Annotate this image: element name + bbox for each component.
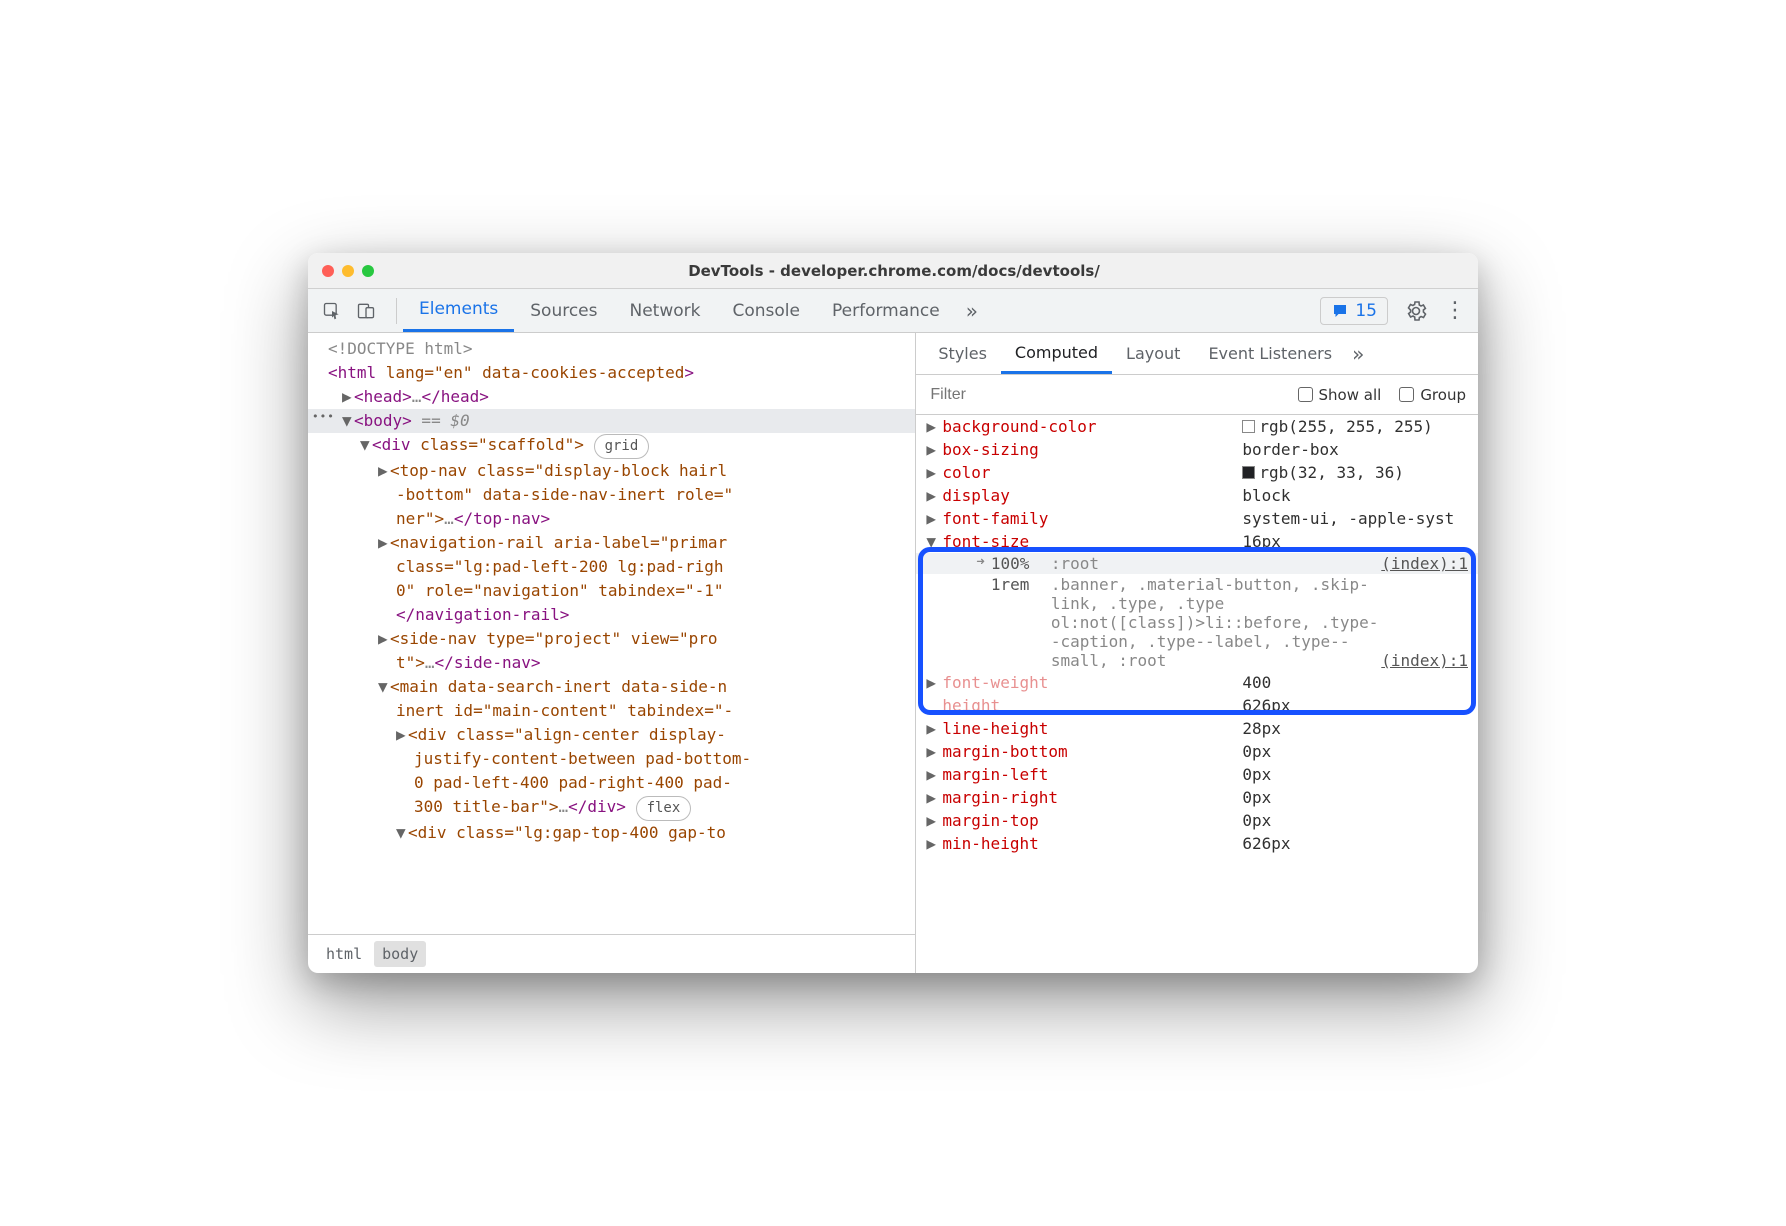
prop-box-sizing[interactable]: ▶box-sizingborder-box — [916, 438, 1478, 461]
doctype-node[interactable]: <!DOCTYPE html> — [308, 337, 915, 361]
main-tabs: Elements Sources Network Console Perform… — [403, 289, 988, 332]
div-cont2[interactable]: justify-content-between pad-bottom- — [308, 747, 915, 771]
filter-row: Show all Group — [916, 375, 1478, 415]
more-subtabs-icon[interactable]: » — [1346, 333, 1370, 374]
issues-button[interactable]: 15 — [1320, 297, 1388, 325]
font-size-source-1[interactable]: ➜100%:root(index):1 — [916, 553, 1478, 574]
tab-console[interactable]: Console — [716, 289, 816, 332]
subtab-event-listeners[interactable]: Event Listeners — [1194, 333, 1346, 374]
prop-margin-bottom[interactable]: ▶margin-bottom0px — [916, 740, 1478, 763]
prop-margin-right[interactable]: ▶margin-right0px — [916, 786, 1478, 809]
main-toolbar: Elements Sources Network Console Perform… — [308, 289, 1478, 333]
prop-line-height[interactable]: ▶line-height28px — [916, 717, 1478, 740]
navrail-cont2[interactable]: 0" role="navigation" tabindex="-1" — [308, 579, 915, 603]
content-area: <!DOCTYPE html> <html lang="en" data-coo… — [308, 333, 1478, 973]
div-node2[interactable]: ▼<div class="lg:gap-top-400 gap-to — [308, 821, 915, 845]
divider — [396, 298, 397, 324]
prop-background-color[interactable]: ▶background-colorrgb(255, 255, 255) — [916, 415, 1478, 438]
topnav-node[interactable]: ▶<top-nav class="display-block hairl — [308, 459, 915, 483]
devtools-window: DevTools - developer.chrome.com/docs/dev… — [308, 253, 1478, 973]
navrail-close[interactable]: </navigation-rail> — [308, 603, 915, 627]
prop-font-size[interactable]: ▼font-size16px — [916, 530, 1478, 553]
body-node[interactable]: ▼<body> == $0 — [308, 409, 915, 433]
font-size-source-2[interactable]: ➜1rem.banner, .material-button, .skip-li… — [916, 574, 1478, 671]
html-node[interactable]: <html lang="en" data-cookies-accepted> — [308, 361, 915, 385]
titlebar: DevTools - developer.chrome.com/docs/dev… — [308, 253, 1478, 289]
prop-font-weight[interactable]: ▶font-weight400 — [916, 671, 1478, 694]
device-toggle-icon[interactable] — [356, 301, 376, 321]
prop-display[interactable]: ▶displayblock — [916, 484, 1478, 507]
computed-properties[interactable]: ▶background-colorrgb(255, 255, 255) ▶box… — [916, 415, 1478, 973]
gear-icon[interactable] — [1404, 299, 1428, 323]
issues-count: 15 — [1355, 301, 1377, 321]
sidenav-node[interactable]: ▶<side-nav type="project" view="pro — [308, 627, 915, 651]
close-icon[interactable] — [322, 265, 334, 277]
topnav-close[interactable]: ner">…</top-nav> — [308, 507, 915, 531]
dom-panel: <!DOCTYPE html> <html lang="en" data-coo… — [308, 333, 916, 973]
grid-badge[interactable]: grid — [594, 434, 650, 459]
subtab-layout[interactable]: Layout — [1112, 333, 1194, 374]
div-node1[interactable]: ▶<div class="align-center display- — [308, 723, 915, 747]
prop-font-family[interactable]: ▶font-familysystem-ui, -apple-syst — [916, 507, 1478, 530]
scaffold-node[interactable]: ▼<div class="scaffold"> grid — [308, 433, 915, 459]
sidenav-close[interactable]: t">…</side-nav> — [308, 651, 915, 675]
crumb-body[interactable]: body — [374, 941, 426, 968]
filter-input[interactable] — [928, 385, 1297, 405]
crumb-html[interactable]: html — [318, 941, 370, 968]
message-icon — [1331, 302, 1349, 320]
more-tabs-icon[interactable]: » — [956, 289, 988, 332]
minimize-icon[interactable] — [342, 265, 354, 277]
show-all-checkbox[interactable]: Show all — [1298, 386, 1382, 404]
breadcrumb: html body — [308, 934, 915, 974]
prop-margin-left[interactable]: ▶margin-left0px — [916, 763, 1478, 786]
styles-subtabs: Styles Computed Layout Event Listeners » — [916, 333, 1478, 375]
inspect-icon[interactable] — [322, 301, 342, 321]
goto-icon: ➜ — [976, 554, 984, 573]
navrail-node[interactable]: ▶<navigation-rail aria-label="primar — [308, 531, 915, 555]
window-title: DevTools - developer.chrome.com/docs/dev… — [374, 262, 1414, 280]
tab-network[interactable]: Network — [614, 289, 717, 332]
tab-sources[interactable]: Sources — [514, 289, 613, 332]
div-close[interactable]: 300 title-bar">…</div> flex — [308, 795, 915, 821]
main-cont[interactable]: inert id="main-content" tabindex="- — [308, 699, 915, 723]
styles-panel: Styles Computed Layout Event Listeners »… — [916, 333, 1478, 973]
flex-badge[interactable]: flex — [636, 796, 692, 821]
prop-min-height[interactable]: ▶min-height626px — [916, 832, 1478, 855]
div-cont3[interactable]: 0 pad-left-400 pad-right-400 pad- — [308, 771, 915, 795]
maximize-icon[interactable] — [362, 265, 374, 277]
dom-tree[interactable]: <!DOCTYPE html> <html lang="en" data-coo… — [308, 333, 915, 934]
prop-height[interactable]: height626px — [916, 694, 1478, 717]
main-node[interactable]: ▼<main data-search-inert data-side-n — [308, 675, 915, 699]
head-node[interactable]: ▶<head>…</head> — [308, 385, 915, 409]
traffic-lights — [322, 265, 374, 277]
topnav-cont[interactable]: -bottom" data-side-nav-inert role=" — [308, 483, 915, 507]
prop-color[interactable]: ▶colorrgb(32, 33, 36) — [916, 461, 1478, 484]
tab-performance[interactable]: Performance — [816, 289, 956, 332]
subtab-styles[interactable]: Styles — [924, 333, 1001, 374]
menu-icon[interactable]: ⋮ — [1444, 298, 1466, 323]
subtab-computed[interactable]: Computed — [1001, 333, 1112, 374]
group-checkbox[interactable]: Group — [1399, 386, 1466, 404]
prop-margin-top[interactable]: ▶margin-top0px — [916, 809, 1478, 832]
tab-elements[interactable]: Elements — [403, 289, 514, 332]
navrail-cont1[interactable]: class="lg:pad-left-200 lg:pad-righ — [308, 555, 915, 579]
